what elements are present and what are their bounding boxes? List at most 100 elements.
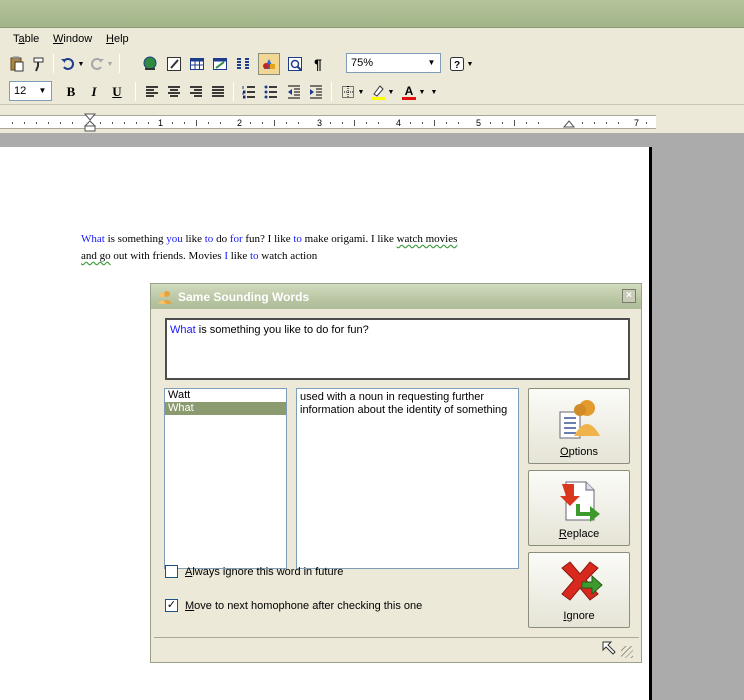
italic-button[interactable]: I (85, 83, 103, 101)
insert-excel-icon[interactable] (211, 55, 229, 73)
doc-text: do (213, 233, 230, 245)
always-ignore-checkbox[interactable] (165, 565, 178, 578)
list-item-selected[interactable]: What (165, 402, 286, 415)
menu-table[interactable]: Table (13, 33, 39, 45)
increase-indent-icon[interactable] (307, 83, 325, 101)
doc-text: fun? I like (242, 233, 294, 245)
definition-box: used with a noun in requesting further i… (296, 388, 519, 569)
toolbar-separator (331, 82, 332, 101)
list-item[interactable]: Watt (165, 389, 286, 402)
move-next-checkbox-row[interactable]: ✓ Move to next homophone after checking … (165, 599, 422, 612)
numbering-icon[interactable] (240, 83, 258, 101)
homophone-word: to (249, 250, 259, 262)
indent-marker-icon[interactable] (84, 113, 96, 132)
menu-table-post: ble (24, 33, 40, 45)
resize-arrow-icon (602, 641, 616, 655)
paste-icon[interactable] (8, 55, 26, 73)
zoom-combo[interactable]: 75% ▼ (346, 53, 441, 73)
move-next-label: Move to next homophone after checking th… (185, 599, 423, 612)
menu-window-accel: W (53, 33, 64, 45)
columns-icon[interactable] (234, 55, 252, 73)
align-left-icon[interactable] (143, 83, 161, 101)
ruler-number: 2 (237, 118, 243, 128)
doc-text: out with friends. Movies (110, 250, 225, 262)
help-icon[interactable]: ? (448, 55, 466, 73)
bullets-icon[interactable] (262, 83, 280, 101)
dialog-status-bar (154, 637, 639, 659)
homophone-word: to (293, 233, 302, 245)
zoom-value: 75% (351, 57, 374, 69)
document-line-1: What is something you like to do for fun… (81, 233, 457, 245)
redo-dropdown-icon: ▼ (106, 60, 114, 68)
always-ignore-label: Always ignore this word in future (185, 565, 344, 578)
ignore-label: Ignore (563, 610, 595, 622)
document-map-icon[interactable] (286, 55, 304, 73)
toolbar-options-icon[interactable]: ▼ (430, 83, 438, 101)
sentence-homophone: What (170, 324, 196, 336)
font-color-icon[interactable]: A (400, 83, 418, 101)
undo-icon[interactable] (59, 55, 77, 73)
always-ignore-checkbox-row[interactable]: Always ignore this word in future (165, 565, 343, 578)
format-painter-icon[interactable] (30, 55, 48, 73)
grammar-flagged-text: and go (81, 250, 111, 262)
move-next-checkbox[interactable]: ✓ (165, 599, 178, 612)
toolbar-separator (119, 54, 120, 73)
ruler-number: 4 (396, 118, 402, 128)
borders-dropdown-icon[interactable]: ▼ (357, 83, 365, 101)
menu-help[interactable]: Help (106, 33, 129, 45)
homophone-word: you (166, 233, 183, 245)
resize-grip[interactable] (621, 646, 633, 658)
ruler-number: 7 (634, 118, 640, 128)
insert-table-icon[interactable] (188, 55, 206, 73)
bold-button[interactable]: B (62, 83, 80, 101)
undo-dropdown-icon[interactable]: ▼ (77, 55, 85, 73)
svg-text:?: ? (454, 60, 460, 71)
sentence-text: is something you like to do for fun? (195, 324, 369, 336)
doc-text: make origami. I like (301, 233, 397, 245)
toolbar-options-icon[interactable]: ▼ (466, 55, 474, 73)
show-hide-paragraph-icon[interactable]: ¶ (309, 55, 327, 73)
horizontal-ruler: 1 2 3 4 5 7 (0, 112, 656, 132)
redo-icon (88, 55, 106, 73)
sentence-context-box[interactable]: What is something you like to do for fun… (165, 318, 630, 380)
chevron-down-icon[interactable]: ▼ (425, 56, 438, 70)
right-indent-marker-icon[interactable] (563, 120, 575, 129)
toolbar-separator (53, 54, 54, 73)
homophone-word: for (229, 233, 243, 245)
ignore-icon (561, 561, 603, 601)
tables-borders-icon[interactable] (165, 55, 183, 73)
highlight-icon[interactable] (369, 83, 387, 101)
hyperlink-icon[interactable] (141, 55, 159, 73)
font-color-dropdown-icon[interactable]: ▼ (418, 83, 426, 101)
close-icon[interactable]: × (622, 289, 636, 303)
menu-help-accel: H (106, 33, 114, 45)
chevron-down-icon[interactable]: ▼ (36, 84, 49, 98)
options-button[interactable]: Options (528, 388, 630, 464)
highlight-dropdown-icon[interactable]: ▼ (387, 83, 395, 101)
window-title-bar (0, 0, 744, 28)
borders-icon[interactable] (339, 83, 357, 101)
underline-button[interactable]: U (108, 83, 126, 101)
justify-icon[interactable] (209, 83, 227, 101)
doc-text: like (182, 233, 205, 245)
doc-text: like (227, 250, 250, 262)
suggestions-list[interactable]: Watt What (164, 388, 287, 569)
ignore-button[interactable]: Ignore (528, 552, 630, 628)
people-icon (158, 291, 172, 304)
ruler-number: 5 (476, 118, 482, 128)
ruler-strip: 1 2 3 4 5 7 (0, 115, 656, 129)
doc-text: is something (104, 233, 167, 245)
align-center-icon[interactable] (165, 83, 183, 101)
font-size-combo[interactable]: 12 ▼ (9, 81, 52, 101)
svg-text:A: A (405, 84, 414, 98)
align-right-icon[interactable] (187, 83, 205, 101)
replace-button[interactable]: Replace (528, 470, 630, 546)
drawing-icon[interactable] (258, 53, 280, 75)
decrease-indent-icon[interactable] (285, 83, 303, 101)
dialog-title-bar[interactable]: Same Sounding Words × (151, 284, 641, 309)
standard-toolbar: ▼ ▼ ¶ 75% ▼ ? ▼ (0, 50, 744, 77)
menu-window[interactable]: Window (53, 33, 92, 45)
ruler-number: 3 (317, 118, 323, 128)
dialog-title: Same Sounding Words (178, 290, 310, 304)
grammar-flagged-text: watch movies (396, 233, 458, 245)
